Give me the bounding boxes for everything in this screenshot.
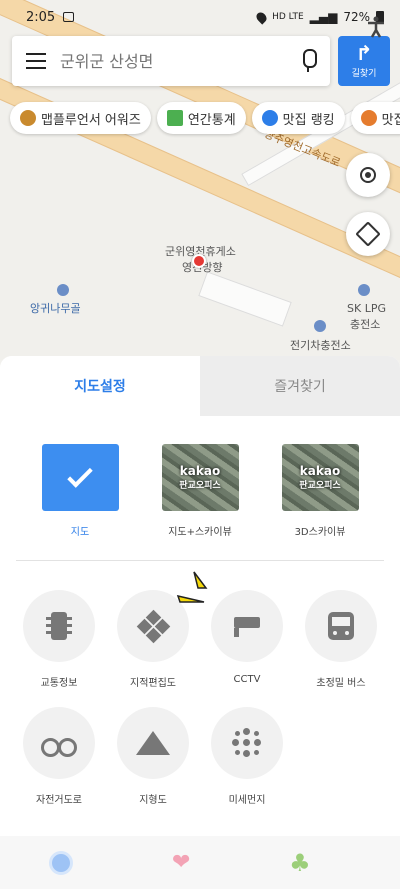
image-notification-icon (63, 12, 75, 22)
overlay-bicycle[interactable]: 자전거도로 (23, 707, 95, 806)
thumb-brand: kakao (299, 464, 341, 478)
divider (16, 560, 384, 561)
tab-map-settings[interactable]: 지도설정 (0, 356, 200, 416)
chip-mapfluencer[interactable]: 맵플루언서 어워즈 (10, 102, 151, 134)
valley-pin-icon[interactable] (57, 284, 69, 296)
traffic-light-icon (46, 612, 72, 640)
map-type-selector: 지도 kakao 판교오피스 지도+스카이뷰 kakao 판교오피스 3D스카이… (0, 444, 400, 538)
map-type-label: 지도 (70, 527, 90, 538)
overlay-label: 미세먼지 (228, 795, 266, 806)
terrain-icon (136, 731, 170, 755)
bottom-navigation: ❤ ♣ (0, 836, 400, 889)
overlay-label: 지형도 (139, 795, 167, 806)
overlay-label: 초정밀 버스 (316, 678, 366, 689)
map-label-gas-sub: 충전소 (350, 318, 381, 331)
chip-label: 맛집 (381, 112, 400, 128)
overlay-label: 지적편집도 (130, 678, 176, 689)
overlay-terrain[interactable]: 지형도 (117, 707, 189, 806)
layers-icon (355, 221, 381, 247)
overlay-button[interactable] (23, 707, 95, 779)
route-button[interactable]: ↱ 길찾기 (338, 36, 390, 86)
chart-icon (166, 110, 183, 126)
overlay-button[interactable] (211, 590, 283, 662)
chip-restaurant-ranking[interactable]: 맛집 랭킹 (251, 102, 345, 134)
location-marker[interactable] (192, 254, 206, 268)
check-icon (67, 461, 93, 488)
map-type-thumbnail[interactable] (41, 444, 119, 511)
network-indicator: HD LTE (272, 12, 304, 22)
map-type-skyview[interactable]: kakao 판교오피스 지도+스카이뷰 (145, 444, 255, 538)
menu-icon[interactable] (26, 53, 46, 69)
route-label: 길찾기 (351, 69, 377, 79)
chip-label: 맛집 랭킹 (282, 112, 335, 128)
overlay-label: CCTV (233, 674, 261, 685)
ev-pin-icon[interactable] (314, 320, 326, 332)
signal-icon: ▂▄▆ (309, 10, 338, 24)
chip-label: 연간통계 (187, 112, 236, 128)
overlay-button[interactable] (211, 707, 283, 779)
heart-icon[interactable]: ❤ (172, 850, 190, 875)
pin-icon (261, 110, 278, 126)
cadastral-icon (136, 609, 171, 644)
fork-knife-icon (360, 110, 377, 126)
cctv-icon (230, 615, 264, 637)
overlay-label: 교통정보 (40, 678, 78, 689)
map-type-label: 지도+스카이뷰 (168, 527, 232, 538)
clover-icon[interactable]: ♣ (289, 849, 311, 877)
award-icon (20, 110, 36, 126)
map-label-gas: SK LPG (347, 302, 386, 315)
status-bar: 2:05 HD LTE ▂▄▆ 72% (0, 0, 400, 34)
chip-label: 맵플루언서 어워즈 (41, 112, 141, 128)
overlay-button[interactable] (305, 590, 377, 662)
dust-icon (232, 728, 262, 758)
thumb-place: 판교오피스 (299, 481, 341, 491)
bus-icon (328, 612, 354, 640)
bicycle-icon (41, 732, 77, 757)
tab-favorites[interactable]: 즐겨찾기 (200, 356, 400, 416)
overlay-button[interactable] (23, 590, 95, 662)
thumb-brand: kakao (179, 464, 221, 478)
sparkle-annotation-icon (176, 571, 208, 603)
overlay-button[interactable] (117, 707, 189, 779)
location-target-icon (360, 167, 376, 183)
search-bar (12, 36, 330, 86)
sheet-tabs: 지도설정 즐겨찾기 (0, 356, 400, 416)
overlay-dust[interactable]: 미세먼지 (211, 707, 283, 806)
map-type-label: 3D스카이뷰 (294, 527, 346, 538)
overlay-options: 교통정보 지적편집도 CCTV 초정밀 버스 자전거도로 지형도 미세먼지 (0, 590, 400, 824)
map-layers-button[interactable] (346, 212, 390, 256)
overlay-label: 자전거도로 (36, 795, 82, 806)
map-settings-sheet: 지도설정 즐겨찾기 지도 kakao 판교오피스 지도+스카이뷰 kakao 판… (0, 356, 400, 836)
overlay-traffic[interactable]: 교통정보 (23, 590, 95, 689)
overlay-bus[interactable]: 초정밀 버스 (305, 590, 377, 689)
chip-bar: 맵플루언서 어워즈 연간통계 맛집 랭킹 맛집 (10, 102, 400, 134)
gas-pin-icon[interactable] (358, 284, 370, 296)
turn-arrow-icon: ↱ (355, 41, 373, 65)
map-label-ev: 전기차충전소 (290, 339, 351, 352)
map-type-basic[interactable]: 지도 (25, 444, 135, 538)
location-icon (254, 9, 269, 25)
chip-restaurant[interactable]: 맛집 (350, 102, 400, 134)
road (198, 271, 292, 327)
map-type-thumbnail[interactable]: kakao 판교오피스 (281, 444, 359, 511)
overlay-cctv[interactable]: CCTV (211, 590, 283, 689)
thumb-place: 판교오피스 (179, 481, 221, 491)
my-location-button[interactable] (346, 153, 390, 197)
accessibility-icon[interactable] (366, 16, 386, 38)
map-type-3d-skyview[interactable]: kakao 판교오피스 3D스카이뷰 (265, 444, 375, 538)
map-label-valley: 앙귀나무골 (30, 302, 81, 315)
search-input[interactable] (60, 51, 300, 71)
chip-annual-stats[interactable]: 연간통계 (156, 102, 246, 134)
map-type-thumbnail[interactable]: kakao 판교오피스 (161, 444, 239, 511)
flower-icon[interactable] (49, 850, 74, 875)
status-time: 2:05 (26, 9, 56, 25)
mic-icon[interactable] (300, 49, 317, 73)
